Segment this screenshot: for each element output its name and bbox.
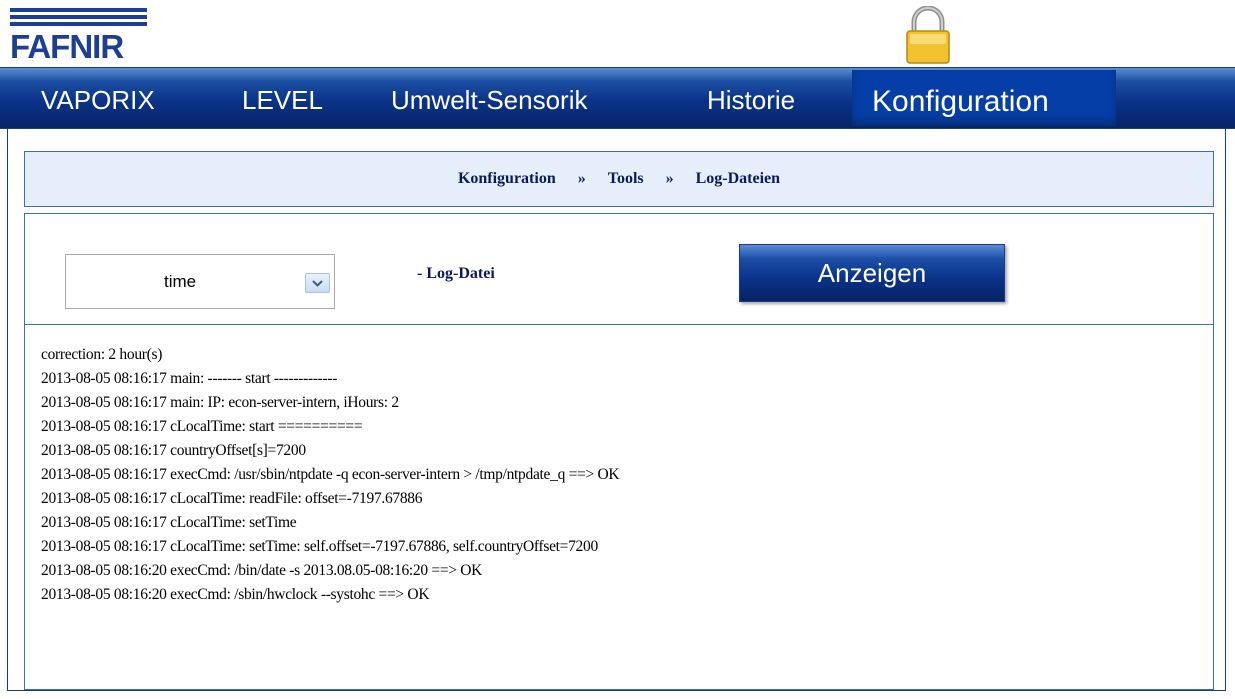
log-line: 2013-08-05 08:16:17 countryOffset[s]=720… <box>41 442 306 459</box>
chevron-down-icon[interactable] <box>305 273 330 293</box>
log-output: correction: 2 hour(s) 2013-08-05 08:16:1… <box>41 343 1201 607</box>
logo-stripe <box>10 8 147 12</box>
show-button[interactable]: Anzeigen <box>739 244 1005 302</box>
nav-item-level[interactable]: LEVEL <box>242 82 323 118</box>
logo-text: FAFNIR <box>10 28 124 65</box>
nav-item-vaporix[interactable]: VAPORIX <box>41 82 155 118</box>
log-line: 2013-08-05 08:16:17 cLocalTime: setTime:… <box>41 538 598 555</box>
log-line: correction: 2 hour(s) <box>41 346 163 363</box>
log-file-select-value: time <box>164 272 197 291</box>
log-line: 2013-08-05 08:16:17 cLocalTime: start ==… <box>41 418 363 435</box>
log-line: 2013-08-05 08:16:20 execCmd: /bin/date -… <box>41 562 483 579</box>
nav-item-umwelt-sensorik[interactable]: Umwelt-Sensorik <box>391 82 588 118</box>
logo-stripe <box>10 15 147 19</box>
main-nav: VAPORIX LEVEL Umwelt-Sensorik Historie K… <box>0 67 1235 129</box>
breadcrumb-item-log-dateien: Log-Dateien <box>695 170 781 187</box>
logo-stripe <box>10 22 147 26</box>
log-file-select[interactable]: time <box>65 254 335 309</box>
log-line: 2013-08-05 08:16:17 cLocalTime: readFile… <box>41 490 423 507</box>
breadcrumb-item-konfiguration[interactable]: Konfiguration <box>458 170 556 187</box>
panel-divider <box>24 324 1214 325</box>
breadcrumb: Konfiguration » Tools » Log-Dateien <box>24 151 1214 207</box>
breadcrumb-item-tools[interactable]: Tools <box>608 170 644 187</box>
nav-item-historie[interactable]: Historie <box>707 82 795 118</box>
log-line: 2013-08-05 08:16:20 execCmd: /sbin/hwclo… <box>41 586 430 603</box>
fafnir-logo: FAFNIR <box>10 8 150 65</box>
breadcrumb-separator: » <box>665 170 674 187</box>
lock-icon <box>904 5 952 64</box>
nav-item-konfiguration[interactable]: Konfiguration <box>852 70 1116 126</box>
log-file-label: - Log-Datei <box>417 265 495 282</box>
log-line: 2013-08-05 08:16:17 cLocalTime: setTime <box>41 514 297 531</box>
log-line: 2013-08-05 08:16:17 execCmd: /usr/sbin/n… <box>41 466 620 483</box>
log-line: 2013-08-05 08:16:17 main: ------- start … <box>41 370 338 387</box>
breadcrumb-separator: » <box>577 170 586 187</box>
log-line: 2013-08-05 08:16:17 main: IP: econ-serve… <box>41 394 399 411</box>
